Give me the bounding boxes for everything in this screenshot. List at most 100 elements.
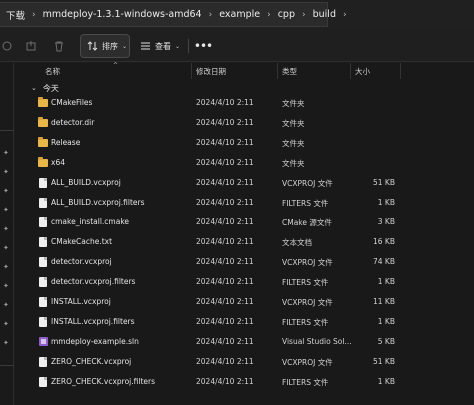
- navigation-pane: ✦ ✦ ✦ ✦ ✦ ✦ ✦ ✦ ✦ ✦ ✦: [0, 63, 14, 405]
- file-date: 2024/4/10 2:11: [196, 197, 254, 207]
- column-header-row: ^ 名称 修改日期 类型 大小: [15, 62, 474, 79]
- file-date: 2024/4/10 2:11: [196, 237, 254, 247]
- pin-icon[interactable]: ✦: [3, 149, 11, 157]
- breadcrumb-item[interactable]: build: [313, 9, 336, 20]
- column-header-date[interactable]: 修改日期: [196, 66, 226, 77]
- file-size: 11 KB: [373, 297, 395, 306]
- column-header-type[interactable]: 类型: [282, 66, 297, 77]
- file-name: ZERO_CHECK.vcxproj: [51, 356, 132, 366]
- file-icon: [38, 277, 48, 288]
- list-item[interactable]: detector.vcxproj 2024/4/10 2:11 VCXPROJ 文件…: [15, 252, 415, 272]
- toolbar-divider: [188, 39, 189, 53]
- pin-icon[interactable]: ✦: [3, 244, 11, 252]
- breadcrumb-item[interactable]: 下载: [6, 8, 25, 22]
- pin-icon[interactable]: ✦: [3, 225, 11, 233]
- list-item[interactable]: detector.dir 2024/4/10 2:11 文件夹: [15, 113, 415, 133]
- column-separator[interactable]: [191, 63, 192, 79]
- pin-icon[interactable]: ✦: [3, 320, 11, 328]
- pin-icon[interactable]: ✦: [3, 301, 11, 309]
- pin-icon[interactable]: ✦: [3, 339, 11, 347]
- file-icon: [38, 297, 48, 307]
- list-item[interactable]: INSTALL.vcxproj.filters 2024/4/10 2:11 FIL…: [15, 312, 415, 332]
- command-bar: 排序 ⌄ 查看 ⌄ •••: [0, 30, 474, 62]
- file-icon: [38, 197, 48, 208]
- pin-icon[interactable]: ✦: [3, 168, 11, 176]
- folder-icon: [38, 156, 48, 168]
- file-size: 51 KB: [373, 356, 395, 366]
- file-date: 2024/4/10 2:11: [196, 98, 254, 107]
- file-date: 2024/4/10 2:11: [196, 297, 254, 306]
- rename-icon[interactable]: [0, 39, 14, 53]
- chevron-right-icon[interactable]: ›: [32, 10, 36, 20]
- delete-icon[interactable]: [52, 39, 66, 53]
- chevron-right-icon[interactable]: ›: [267, 10, 271, 20]
- list-item[interactable]: x64 2024/4/10 2:11 文件夹: [15, 153, 415, 173]
- folder-icon: [38, 97, 48, 108]
- file-type: VCXPROJ 文件: [282, 178, 333, 188]
- file-date: 2024/4/10 2:11: [196, 376, 254, 386]
- file-size: 1 KB: [377, 376, 395, 386]
- file-date: 2024/4/10 2:11: [196, 316, 254, 326]
- list-item[interactable]: detector.vcxproj.filters 2024/4/10 2:11 FI…: [15, 272, 415, 292]
- file-type: FILTERS 文件: [282, 317, 329, 327]
- chevron-right-icon[interactable]: ›: [209, 10, 213, 20]
- file-name: mmdeploy-example.sln: [51, 336, 139, 346]
- file-date: 2024/4/10 2:11: [196, 336, 254, 346]
- list-item[interactable]: Release 2024/4/10 2:11 文件夹: [15, 133, 415, 153]
- list-item[interactable]: cmake_install.cmake 2024/4/10 2:11 CMake 源…: [15, 212, 415, 232]
- list-item[interactable]: ZERO_CHECK.vcxproj.filters 2024/4/10 2:11…: [15, 372, 415, 392]
- pin-icon[interactable]: ✦: [3, 187, 11, 195]
- column-separator[interactable]: [277, 63, 278, 79]
- file-date: 2024/4/10 2:11: [196, 177, 254, 187]
- file-name: detector.vcxproj.filters: [51, 277, 136, 287]
- list-item[interactable]: CMakeFiles 2024/4/10 2:11 文件夹: [15, 93, 415, 113]
- file-date: 2024/4/10 2:11: [196, 356, 254, 366]
- list-item[interactable]: CMakeCache.txt 2024/4/10 2:11 文本文档 16 KB: [15, 232, 415, 252]
- file-size: 5 KB: [377, 336, 395, 346]
- file-icon: [38, 217, 48, 228]
- column-header-name[interactable]: 名称: [45, 66, 60, 77]
- file-name: ZERO_CHECK.vcxproj.filters: [51, 376, 155, 386]
- share-icon[interactable]: [24, 39, 38, 53]
- list-item[interactable]: INSTALL.vcxproj 2024/4/10 2:11 VCXPROJ 文件 1…: [15, 292, 415, 312]
- file-date: 2024/4/10 2:11: [196, 117, 254, 127]
- file-size: 51 KB: [373, 177, 395, 187]
- file-name: ALL_BUILD.vcxproj: [51, 177, 121, 187]
- more-options-button[interactable]: •••: [194, 36, 213, 56]
- view-button[interactable]: 查看 ⌄: [136, 34, 184, 58]
- folder-icon: [38, 116, 48, 128]
- chevron-down-icon[interactable]: ⌄: [31, 84, 37, 92]
- file-size: 1 KB: [377, 277, 395, 287]
- file-list: ^ 名称 修改日期 类型 大小 ⌄ 今天 CMakeFiles 2024/4/10…: [15, 62, 474, 405]
- file-size: 74 KB: [373, 257, 395, 267]
- breadcrumb[interactable]: 下载 › mmdeploy-1.3.1-windows-amd64 › exam…: [0, 2, 347, 27]
- breadcrumb-item[interactable]: cpp: [278, 9, 295, 20]
- pin-icon[interactable]: ✦: [3, 206, 11, 214]
- file-name: cmake_install.cmake: [51, 217, 130, 227]
- chevron-down-icon: ⌄: [175, 42, 181, 50]
- column-separator[interactable]: [400, 63, 401, 79]
- list-item[interactable]: mmdeploy-example.sln 2024/4/10 2:11 Visual…: [15, 332, 415, 352]
- file-icon: [38, 356, 48, 367]
- list-item[interactable]: ALL_BUILD.vcxproj.filters 2024/4/10 2:11 F…: [15, 193, 415, 213]
- breadcrumb-item[interactable]: mmdeploy-1.3.1-windows-amd64: [43, 9, 202, 20]
- chevron-right-icon[interactable]: ›: [302, 10, 306, 20]
- sort-icon: [87, 41, 98, 51]
- breadcrumb-item[interactable]: example: [219, 9, 260, 20]
- list-item[interactable]: ZERO_CHECK.vcxproj 2024/4/10 2:11 VCXPROJ …: [15, 352, 415, 372]
- file-date: 2024/4/10 2:11: [196, 137, 254, 147]
- list-item[interactable]: ALL_BUILD.vcxproj 2024/4/10 2:11 VCXPROJ 文…: [15, 173, 415, 193]
- file-name: CMakeCache.txt: [51, 237, 113, 247]
- chevron-right-icon[interactable]: ›: [343, 10, 347, 20]
- column-header-size[interactable]: 大小: [355, 66, 370, 77]
- file-type: Visual Studio Sol...: [282, 336, 352, 346]
- pin-icon[interactable]: ✦: [3, 282, 11, 290]
- file-type: 文本文档: [282, 238, 312, 248]
- column-separator[interactable]: [350, 63, 351, 79]
- file-type: VCXPROJ 文件: [282, 357, 333, 367]
- sort-button[interactable]: 排序 ⌄: [80, 34, 130, 58]
- nav-divider: [0, 365, 14, 366]
- pin-icon[interactable]: ✦: [3, 263, 11, 271]
- file-date: 2024/4/10 2:11: [196, 277, 254, 287]
- file-date: 2024/4/10 2:11: [196, 257, 254, 267]
